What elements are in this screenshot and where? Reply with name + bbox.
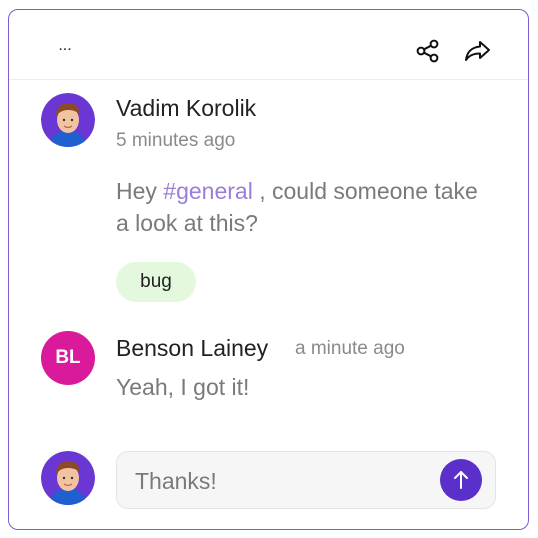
thread-toolbar: ...	[9, 10, 528, 80]
message-author: Vadim Korolik	[116, 95, 257, 121]
channel-mention-link[interactable]: #general	[163, 178, 253, 204]
message-timestamp: a minute ago	[295, 338, 405, 359]
reply-composer	[116, 451, 496, 510]
avatar	[41, 451, 95, 505]
share-button[interactable]	[415, 38, 443, 66]
forward-arrow-icon	[465, 41, 490, 61]
reply-input[interactable]	[133, 452, 437, 510]
message-text: Hey #general , could someone take a look…	[116, 175, 496, 239]
arrow-up-icon	[454, 471, 468, 489]
forward-button[interactable]	[464, 38, 492, 66]
send-button[interactable]	[440, 459, 482, 501]
message-text-before: Hey	[116, 178, 164, 204]
avatar: BL	[41, 331, 95, 385]
comment-thread-card: ... Vadim Korolik 5 minutes ago Hey #gen…	[8, 9, 529, 530]
avatar	[41, 93, 95, 147]
message-text: Yeah, I got it!	[116, 374, 250, 400]
user-photo-icon	[41, 93, 95, 147]
more-options-button[interactable]: ...	[53, 34, 77, 58]
message-author: Benson Lainey	[116, 335, 269, 361]
message-timestamp: 5 minutes ago	[116, 130, 236, 151]
tag-badge[interactable]: bug	[116, 262, 196, 302]
user-photo-icon	[41, 451, 95, 505]
share-icon	[416, 39, 439, 63]
